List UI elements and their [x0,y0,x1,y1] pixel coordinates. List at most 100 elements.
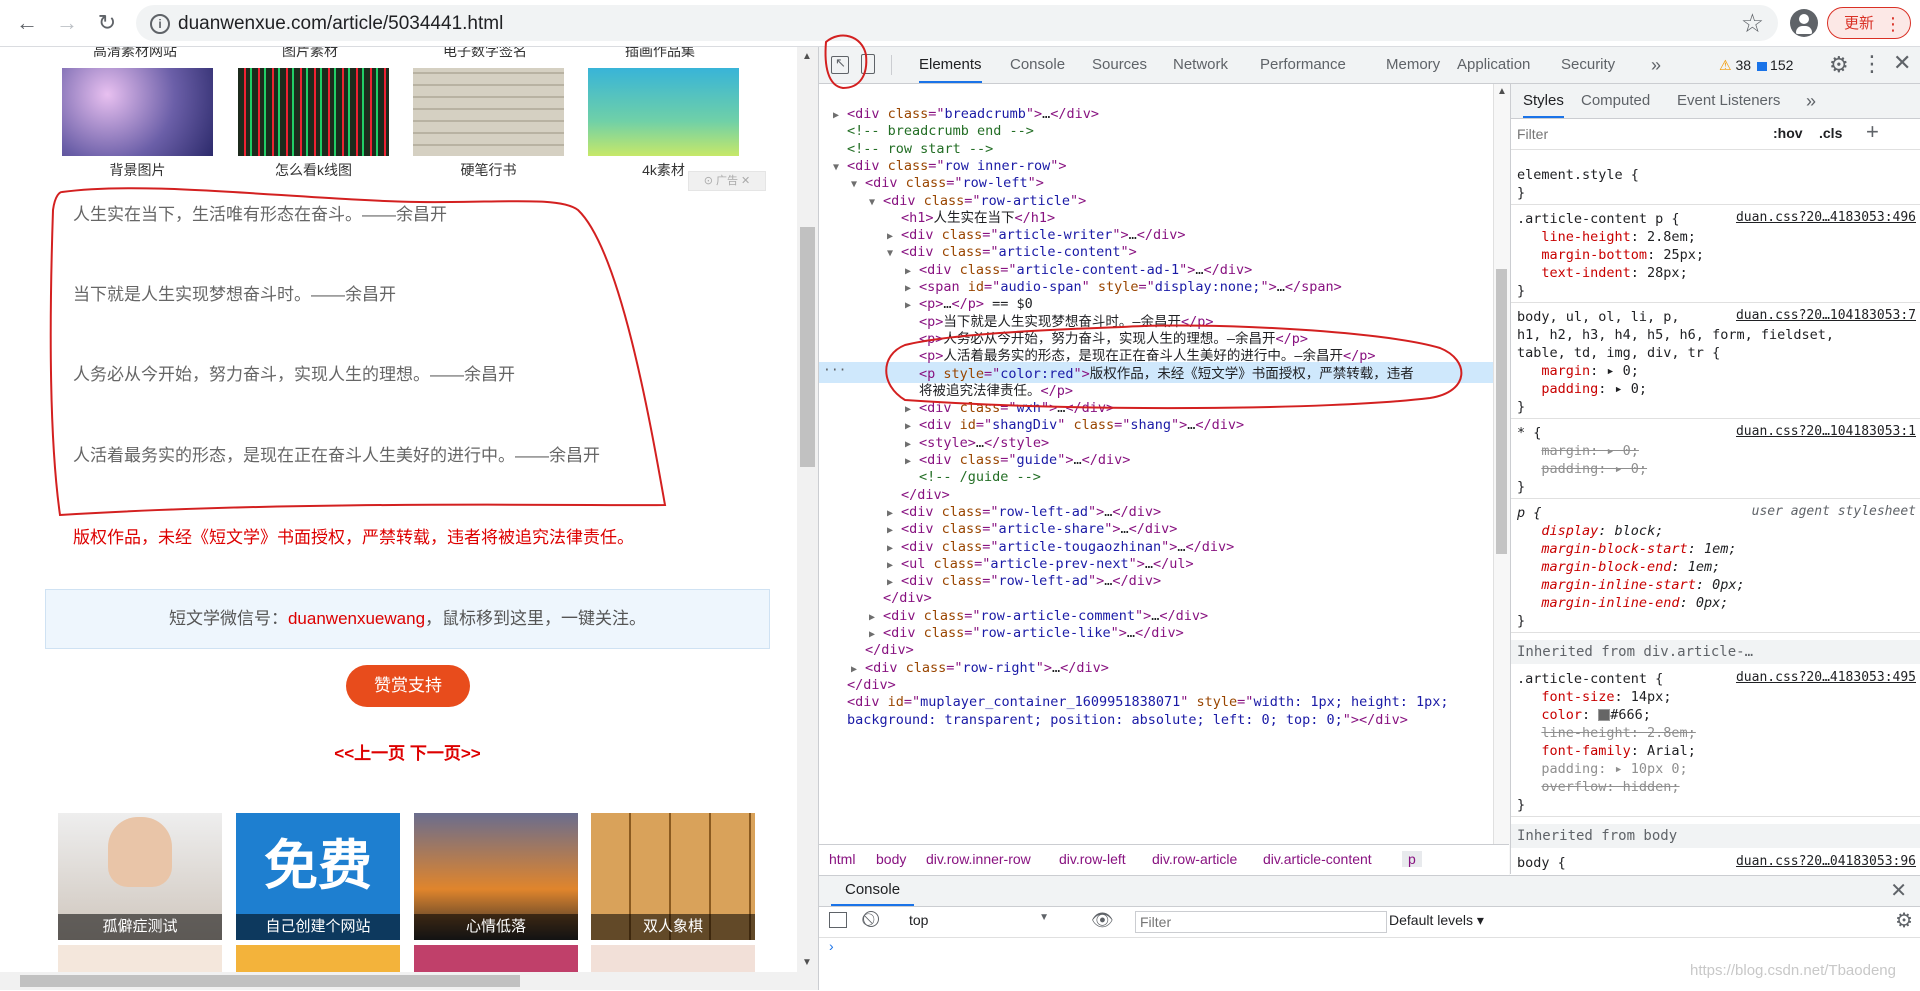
dom-node-line[interactable]: <p>人活着最务实的形态，是现在正在奋斗人生美好的进行中。—余昌开</p> [919,348,1376,365]
elements-tree[interactable]: ··· ▶ <div class="breadcrumb">…</div> <!--… [819,84,1493,892]
related-card[interactable] [591,945,755,972]
related-card[interactable] [58,945,222,972]
style-rule-line[interactable]: display: block; [1517,522,1663,540]
expand-triangle-icon[interactable]: ▶ [905,418,919,435]
scrollbar-thumb[interactable] [20,975,520,987]
ad-tag[interactable]: ⊙ 广告 ✕ [688,171,766,191]
cls-toggle[interactable]: .cls [1819,125,1842,141]
dom-node-line[interactable]: ▶ <div class="article-share">…</div> [887,521,1177,538]
back-icon[interactable]: ← [12,8,42,38]
info-icon[interactable]: i [150,14,170,34]
style-rule-line[interactable]: } [1517,184,1525,202]
top-caption[interactable]: 插画作品集 [625,47,695,61]
style-rule-line[interactable]: line-height: 2.8em; [1517,228,1695,246]
dom-node-line[interactable]: ▶ <span id="audio-span" style="display:no… [905,279,1342,296]
dom-node-line[interactable]: ▼ <div class="row inner-row"> [833,158,1066,175]
style-source-link[interactable]: duan.css?20…104183053:7 [1736,308,1916,323]
dom-node-line[interactable]: ▶ <div class="article-tougaozhinan">…</di… [887,539,1234,556]
dom-node-line[interactable]: <p>人务必从今开始，努力奋斗，实现人生的理想。—余昌开</p> [919,331,1308,348]
style-rule-line[interactable]: margin: ▸ 0; [1517,362,1639,380]
scroll-up-icon[interactable]: ▲ [802,51,812,62]
context-select[interactable]: top ▼ [909,912,1049,932]
style-rule-line[interactable]: padding: ▸ 10px 0; [1517,760,1687,778]
thumb-image[interactable] [62,68,213,156]
tab-computed[interactable]: Computed [1581,84,1650,118]
expand-triangle-icon[interactable]: ▶ [869,609,883,626]
scroll-up-icon[interactable]: ▲ [1497,86,1507,97]
related-card[interactable]: 心情低落 [414,813,578,940]
expand-triangle-icon[interactable]: ▶ [905,453,919,470]
style-source-link[interactable]: duan.css?20…4183053:496 [1736,210,1916,225]
drawer-tab-console[interactable]: Console [831,876,915,906]
dom-node-line[interactable]: <!-- row start --> [847,141,993,158]
dom-node-line[interactable]: ▶ <div class="guide">…</div> [905,452,1130,469]
tab-security[interactable]: Security [1561,47,1615,83]
dom-node-line[interactable]: </div> [883,590,932,607]
style-rule-line[interactable]: element.style { [1517,166,1639,184]
dom-node-line[interactable]: ▼ <div class="row-left"> [851,175,1044,192]
expand-triangle-icon[interactable]: ▶ [887,540,901,557]
expand-triangle-icon[interactable]: ▼ [851,176,865,193]
related-card[interactable]: 孤僻症测试 [58,813,222,940]
style-rule-line[interactable]: } [1517,612,1525,630]
crumb-item[interactable]: div.article-content [1263,851,1372,867]
expand-triangle-icon[interactable]: ▼ [833,159,847,176]
address-bar[interactable]: i duanwenxue.com/article/5034441.html ☆ [136,5,1778,41]
tab-network[interactable]: Network [1173,47,1228,83]
inspect-element-icon[interactable] [831,55,849,74]
style-rule-line[interactable]: margin-block-start: 1em; [1517,540,1736,558]
expand-triangle-icon[interactable]: ▶ [905,263,919,280]
reward-button[interactable]: 赞赏支持 [346,665,470,707]
dom-node-line[interactable]: ▶ <div class="article-writer">…</div> [887,227,1186,244]
related-card[interactable]: 免费 自己创建个网站 [236,813,400,940]
dom-node-line[interactable]: ▶ <ul class="article-prev-next">…</ul> [887,556,1194,573]
thumb-image[interactable] [238,68,389,156]
dom-node-line[interactable]: </div> [847,677,896,694]
crumb-item[interactable]: html [829,851,855,867]
sidebar-toggle-icon[interactable] [829,912,847,928]
thumb-caption[interactable]: 硬笔行书 [413,160,564,180]
dom-node-line[interactable]: ▶ <p>…</p> == $0 [905,296,1033,313]
dom-node-line[interactable]: ▶ <div class="row-article-like">…</div> [869,625,1184,642]
style-rule-line[interactable]: margin-inline-start: 0px; [1517,576,1744,594]
tab-event-listeners[interactable]: Event Listeners [1677,84,1780,118]
dom-node-line[interactable]: ▶ <div class="article-content-ad-1">…</di… [905,262,1252,279]
settings-gear-icon[interactable]: ⚙ [1829,52,1849,78]
style-rule-line[interactable]: table, td, img, div, tr { [1517,344,1720,362]
style-rule-line[interactable]: margin-bottom: 25px; [1517,246,1704,264]
update-button[interactable]: 更新 [1827,7,1911,40]
top-caption[interactable]: 电子数字签名 [443,47,527,61]
account-icon[interactable] [1790,9,1818,37]
console-prompt[interactable]: › [829,938,834,954]
style-rule-line[interactable]: } [1517,796,1525,814]
dom-node-line[interactable]: ▶ <div class="row-left-ad">…</div> [887,504,1161,521]
style-source-link[interactable]: duan.css?20…104183053:1 [1736,424,1916,439]
expand-triangle-icon[interactable]: ▶ [887,505,901,522]
dom-node-line[interactable]: 将被追究法律责任。</p> [919,383,1073,400]
log-levels-select[interactable]: Default levels ▾ [1389,912,1484,929]
tab-styles[interactable]: Styles [1523,84,1564,118]
crumb-item[interactable]: div.row-article [1152,851,1237,867]
pager-links[interactable]: <<上一页 下一页>> [0,739,795,764]
dom-node-line[interactable]: ▼ <div class="row-article"> [869,193,1086,210]
style-rule-line[interactable]: body { [1517,854,1566,872]
style-rule-line[interactable]: color: #666; [1517,706,1651,724]
crumb-item[interactable]: body [876,851,906,867]
expand-triangle-icon[interactable]: ▶ [905,280,919,297]
top-caption[interactable]: 高清素材网站 [93,47,177,61]
tab-memory[interactable]: Memory [1386,47,1440,83]
dom-node-line[interactable]: ▼ <div class="article-content"> [887,244,1137,261]
url-text[interactable]: duanwenxue.com/article/5034441.html [178,13,503,35]
style-rule-line[interactable]: p { [1517,504,1541,522]
dom-node-line[interactable]: <h1>人生实在当下</h1> [901,210,1055,227]
issues-badge[interactable]: ⚠ 38 152 [1719,47,1793,83]
expand-triangle-icon[interactable]: ▶ [887,557,901,574]
style-rule-line[interactable]: margin-inline-end: 0px; [1517,594,1728,612]
top-caption[interactable]: 图片素材 [282,47,338,61]
style-rule-line[interactable]: } [1517,478,1525,496]
tab-sources[interactable]: Sources [1092,47,1147,83]
style-rule-line[interactable]: } [1517,282,1525,300]
thumb-image[interactable] [588,68,739,156]
crumb-item[interactable]: p [1402,851,1422,867]
style-rule-line[interactable]: margin-block-end: 1em; [1517,558,1720,576]
